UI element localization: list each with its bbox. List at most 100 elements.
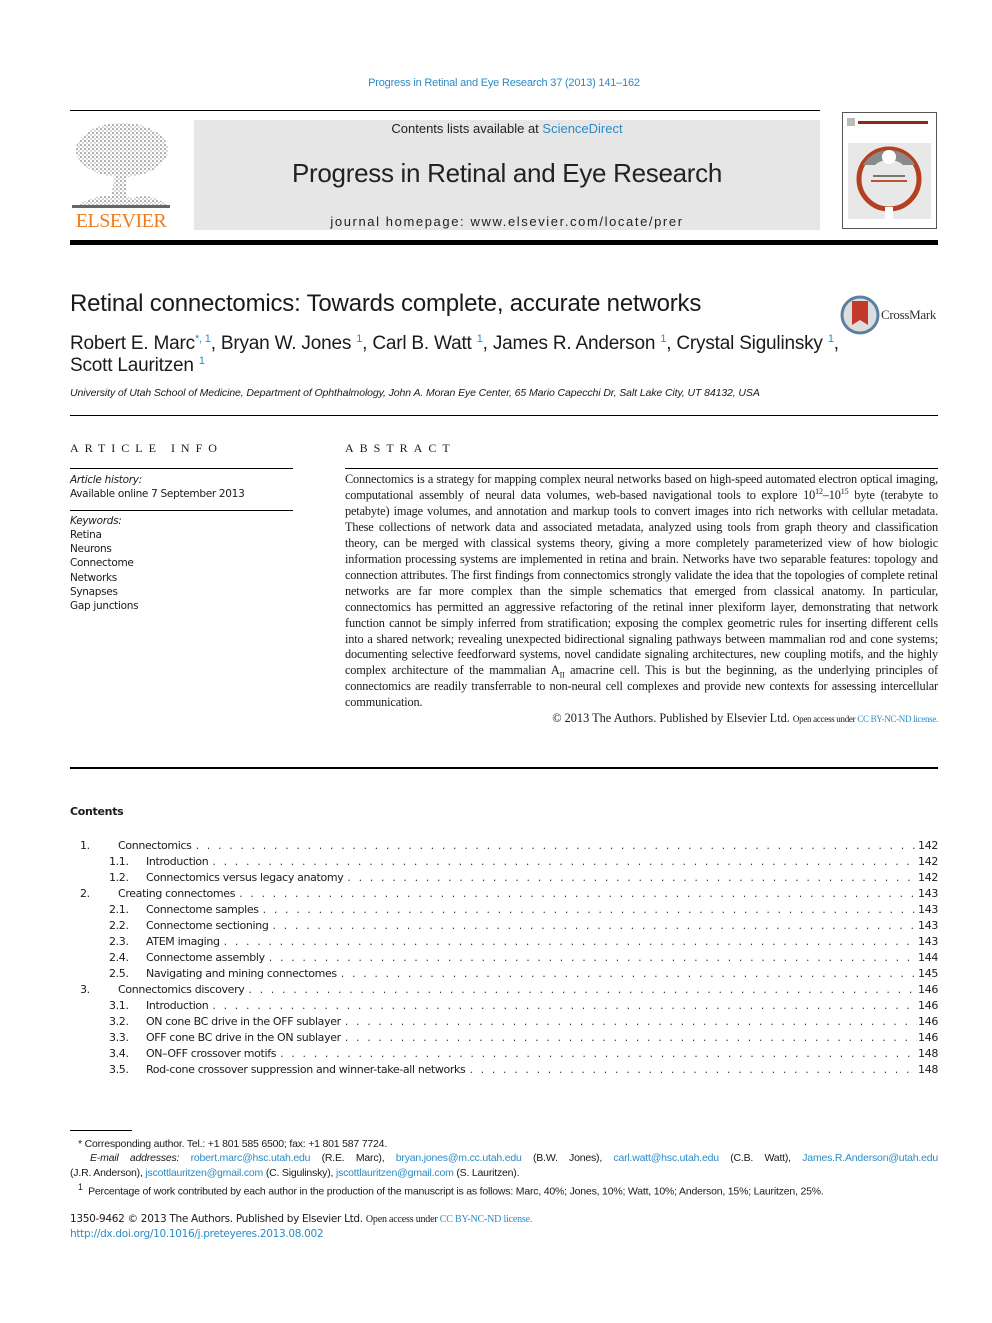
toc-entry-page[interactable]: 146 [917,998,938,1014]
toc-entry-label[interactable]: ATEM imaging [146,934,224,950]
toc-entry-number: 3.1. [109,999,129,1012]
toc-entry-page[interactable]: 148 [917,1046,938,1062]
toc-entry-page[interactable]: 146 [917,1030,938,1046]
toc-entry-label[interactable]: OFF cone BC drive in the ON sublayer [146,1030,345,1046]
toc-entry-label[interactable]: Introduction [146,998,213,1014]
toc-entry-label[interactable]: Rod-cone crossover suppression and winne… [146,1062,470,1078]
toc-entry[interactable]: 3.5. Rod-cone crossover suppression and w… [70,1062,938,1078]
toc-entry-label[interactable]: Creating connectomes [118,886,240,902]
author-marks[interactable]: 1 [477,333,483,345]
author[interactable]: Carl B. Watt 1 [372,333,483,354]
toc-entry[interactable]: 1. Connectomics. . . . . . . . . . . . . … [70,838,938,854]
journal-name: Progress in Retinal and Eye Research [292,158,722,188]
crossmark-badge[interactable]: CrossMark [840,295,940,335]
toc-dot-leader: . . . . . . . . . . . . . . . . . . . . … [469,1063,917,1076]
keywords-label: Keywords: [70,514,122,527]
toc-entry[interactable]: 2. Creating connectomes. . . . . . . . . … [70,886,938,902]
author-name[interactable]: Scott Lauritzen [70,355,194,376]
toc-dot-leader: . . . . . . . . . . . . . . . . . . . . … [280,1047,917,1060]
toc-entry-page[interactable]: 142 [917,838,938,854]
contents-heading: Contents [70,805,124,818]
toc-entry[interactable]: 3.1. Introduction. . . . . . . . . . . . … [70,998,938,1014]
toc-entry-label[interactable]: Introduction [146,854,213,870]
toc-entry[interactable]: 2.1. Connectome samples. . . . . . . . . … [70,902,938,918]
license-link[interactable]: CC BY-NC-ND license. [857,714,938,724]
toc-entry[interactable]: 2.3. ATEM imaging. . . . . . . . . . . . … [70,934,938,950]
toc-entry-page[interactable]: 148 [917,1062,938,1078]
toc-entry[interactable]: 3. Connectomics discovery. . . . . . . . … [70,982,938,998]
email-owner: (C. Sigulinsky), [265,1166,334,1179]
toc-entry-page[interactable]: 142 [917,854,938,870]
toc-entry[interactable]: 2.5. Navigating and mining connectomes. .… [70,966,938,982]
author-list: Robert E. Marc*, 1, Bryan W. Jones 1, Ca… [70,333,839,376]
table-of-contents: 1. Connectomics. . . . . . . . . . . . . … [70,838,938,1078]
toc-dot-leader: . . . . . . . . . . . . . . . . . . . . … [248,983,917,996]
toc-entry-page[interactable]: 144 [917,950,938,966]
toc-entry-label[interactable]: Connectomics [118,838,196,854]
contribution-note: 1 Percentage of work contributed by each… [70,1180,938,1199]
sciencedirect-link[interactable]: ScienceDirect [542,121,622,136]
toc-entry-page[interactable]: 146 [917,1014,938,1030]
author-name[interactable]: Bryan W. Jones [221,333,351,354]
toc-entry-page[interactable]: 143 [917,918,938,934]
keyword: Gap junctions [70,600,139,613]
toc-entry[interactable]: 1.1. Introduction. . . . . . . . . . . . … [70,854,938,870]
doi-link[interactable]: http://dx.doi.org/10.1016/j.preteyeres.2… [70,1228,324,1240]
author[interactable]: Scott Lauritzen 1 [70,355,205,376]
elsevier-logo[interactable]: ELSEVIER [70,118,172,234]
license-link[interactable]: CC BY-NC-ND license. [440,1214,533,1225]
journal-cover-thumbnail[interactable] [842,112,937,229]
toc-entry[interactable]: 1.2. Connectomics versus legacy anatomy. … [70,870,938,886]
author-marks[interactable]: 1 [356,333,362,345]
author-name[interactable]: Robert E. Marc [70,333,195,354]
toc-entry-label[interactable]: Connectome samples [146,902,263,918]
toc-entry-label[interactable]: Connectomics discovery [118,982,249,998]
email-owner: (S. Lauritzen). [456,1166,520,1179]
author[interactable]: Bryan W. Jones 1 [221,333,362,354]
contents-prefix: Contents lists available at [391,121,543,136]
article-info-divider [70,468,293,469]
author[interactable]: James R. Anderson 1 [493,333,667,354]
toc-entry-number: 3.4. [109,1047,129,1060]
toc-entry-label[interactable]: Connectomics versus legacy anatomy [146,870,348,886]
email-link[interactable]: robert.marc@hsc.utah.edu [191,1152,311,1164]
toc-entry-label[interactable]: ON cone BC drive in the OFF sublayer [146,1014,345,1030]
toc-dot-leader: . . . . . . . . . . . . . . . . . . . . … [268,951,917,964]
issn-text: 1350-9462 © 2013 The Authors. Published … [70,1213,363,1225]
toc-entry[interactable]: 3.3. OFF cone BC drive in the ON sublayer… [70,1030,938,1046]
toc-entry[interactable]: 2.4. Connectome assembly. . . . . . . . .… [70,950,938,966]
journal-citation[interactable]: Progress in Retinal and Eye Research 37 … [0,77,992,89]
author-name[interactable]: Crystal Sigulinsky [676,333,823,354]
toc-entry[interactable]: 3.2. ON cone BC drive in the OFF sublayer… [70,1014,938,1030]
toc-entry-number: 3.3. [109,1031,129,1044]
toc-entry-label[interactable]: ON–OFF crossover motifs [146,1046,281,1062]
author-name[interactable]: Carl B. Watt [372,333,472,354]
author-marks[interactable]: 1 [660,333,666,345]
author-marks[interactable]: 1 [828,333,834,345]
toc-entry-label[interactable]: Connectome sectioning [146,918,273,934]
email-link[interactable]: bryan.jones@m.cc.utah.edu [396,1152,522,1164]
toc-entry-page[interactable]: 146 [917,982,938,998]
toc-entry-page[interactable]: 142 [917,870,938,886]
email-link[interactable]: carl.watt@hsc.utah.edu [613,1152,719,1164]
email-link[interactable]: James.R.Anderson@utah.edu [802,1152,938,1164]
toc-entry-label[interactable]: Connectome assembly [146,950,269,966]
author-marks[interactable]: 1 [199,355,205,367]
toc-entry-page[interactable]: 145 [917,966,938,982]
author[interactable]: Crystal Sigulinsky 1 [676,333,834,354]
toc-entry-page[interactable]: 143 [917,886,938,902]
toc-entry[interactable]: 3.4. ON–OFF crossover motifs. . . . . . .… [70,1046,938,1062]
email-label: E-mail addresses: [90,1152,180,1165]
homepage-url[interactable]: www.elsevier.com/locate/prer [470,214,683,229]
toc-entry-page[interactable]: 143 [917,902,938,918]
toc-dot-leader: . . . . . . . . . . . . . . . . . . . . … [212,855,917,868]
toc-entry-label[interactable]: Navigating and mining connectomes [146,966,341,982]
email-link[interactable]: jscottlauritzen@gmail.com [145,1167,263,1179]
toc-entry[interactable]: 2.2. Connectome sectioning. . . . . . . .… [70,918,938,934]
email-link[interactable]: jscottlauritzen@gmail.com [336,1167,454,1179]
author-marks[interactable]: *, 1 [195,333,211,345]
author-name[interactable]: James R. Anderson [493,333,656,354]
email-owner: (C.B. Watt), [730,1152,791,1165]
author[interactable]: Robert E. Marc*, 1 [70,333,211,354]
toc-entry-page[interactable]: 143 [917,934,938,950]
